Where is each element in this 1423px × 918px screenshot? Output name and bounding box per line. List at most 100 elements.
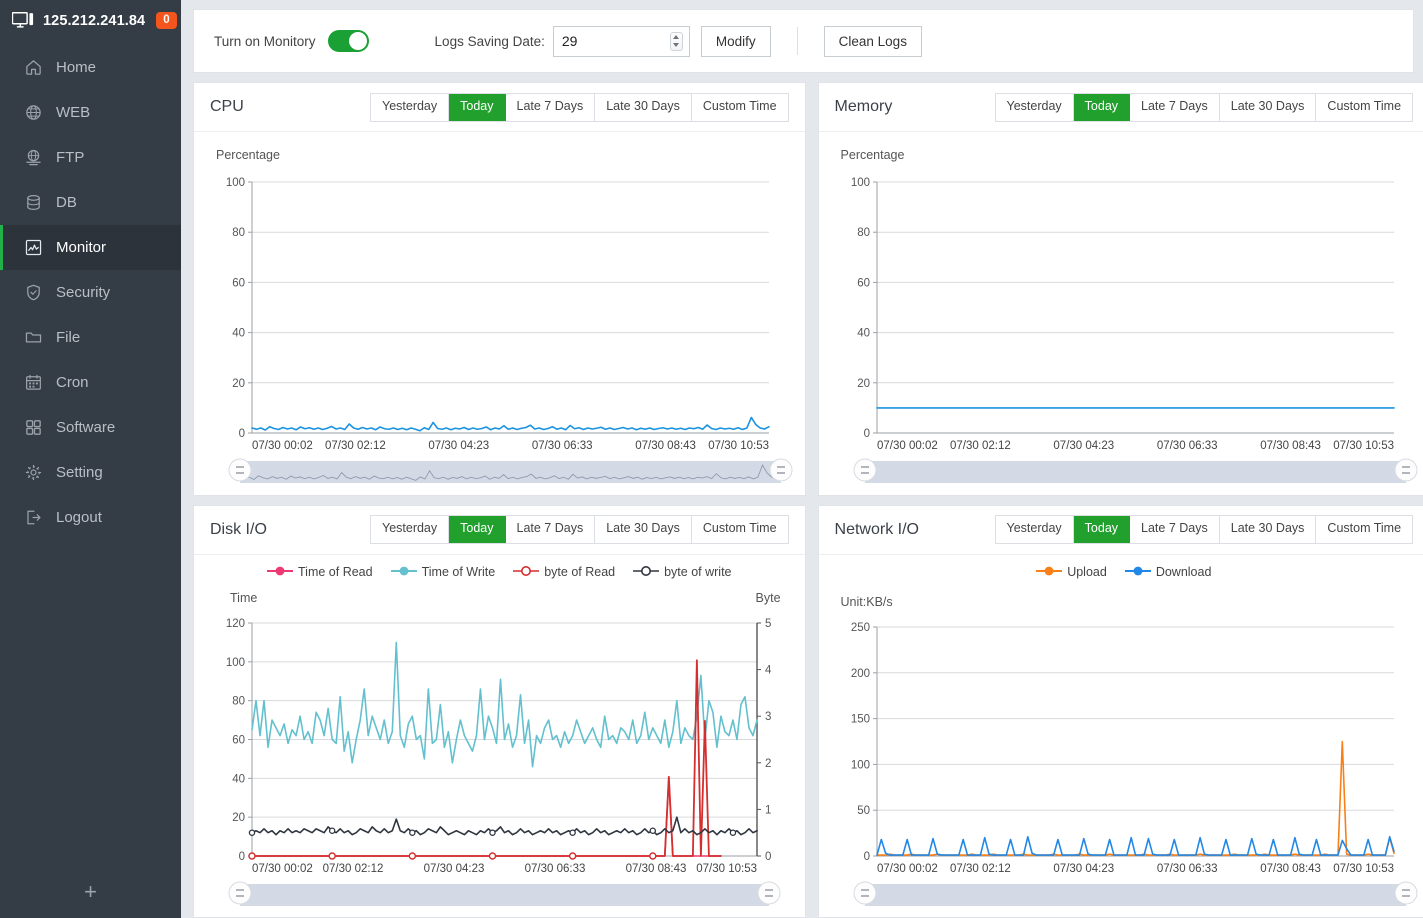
svg-text:0: 0 (863, 851, 869, 863)
svg-text:40: 40 (857, 328, 870, 340)
svg-text:40: 40 (232, 773, 245, 785)
sidebar-item-label: Monitor (56, 239, 107, 256)
sidebar-item-ftp[interactable]: FTP (0, 135, 181, 180)
sidebar-item-cron[interactable]: Cron (0, 360, 181, 405)
monitor-toggle-switch[interactable] (327, 30, 369, 52)
svg-text:200: 200 (850, 667, 869, 679)
panel-header: Network I/O Yesterday Today Late 7 Days … (818, 506, 1423, 555)
add-server-button[interactable]: + (0, 866, 181, 918)
notification-badge: 0 (156, 12, 177, 29)
sidebar-item-security[interactable]: Security (0, 270, 181, 315)
svg-text:100: 100 (226, 177, 245, 189)
sidebar-item-label: DB (56, 194, 77, 211)
svg-text:0: 0 (239, 428, 245, 440)
main-content: Turn on Monitory Logs Saving Date: Modif… (181, 0, 1423, 918)
tab-late-30-days[interactable]: Late 30 Days (595, 516, 692, 543)
svg-text:07/30 02:12: 07/30 02:12 (950, 863, 1011, 875)
sidebar-item-logout[interactable]: Logout (0, 495, 181, 540)
logs-saving-date-input[interactable] (561, 33, 670, 49)
panel-disk-io: Disk I/O Yesterday Today Late 7 Days Lat… (193, 504, 806, 918)
sidebar-item-db[interactable]: DB (0, 180, 181, 225)
svg-text:07/30 10:53: 07/30 10:53 (1333, 863, 1394, 875)
toolbar-divider (796, 27, 798, 55)
svg-text:07/30 10:53: 07/30 10:53 (708, 440, 769, 452)
app-root: 125.212.241.84 0 Home WEB FTP DB Monitor… (0, 0, 1423, 918)
svg-text:60: 60 (857, 277, 870, 289)
svg-text:07/30 10:53: 07/30 10:53 (696, 863, 757, 875)
svg-text:07/30 08:43: 07/30 08:43 (1260, 440, 1321, 452)
tab-custom-time[interactable]: Custom Time (691, 93, 788, 121)
tab-today[interactable]: Today (1073, 516, 1131, 543)
svg-text:100: 100 (850, 759, 869, 771)
charts-grid: CPU Yesterday Today Late 7 Days Late 30 … (193, 82, 1423, 918)
tab-today[interactable]: Today (449, 93, 506, 121)
sidebar-item-label: Cron (56, 374, 89, 391)
sidebar-item-software[interactable]: Software (0, 405, 181, 450)
svg-text:80: 80 (232, 227, 245, 239)
sidebar: 125.212.241.84 0 Home WEB FTP DB Monitor… (0, 0, 181, 918)
logs-saving-date-field[interactable] (552, 25, 690, 57)
svg-text:0: 0 (239, 851, 245, 863)
svg-text:150: 150 (850, 713, 869, 725)
range-tabs-disk: Yesterday Today Late 7 Days Late 30 Days… (370, 515, 789, 544)
tab-yesterday[interactable]: Yesterday (995, 93, 1074, 121)
sidebar-item-label: WEB (56, 104, 91, 121)
range-tabs-network: Yesterday Today Late 7 Days Late 30 Days… (994, 515, 1414, 544)
sidebar-item-file[interactable]: File (0, 315, 181, 360)
tab-custom-time[interactable]: Custom Time (1316, 516, 1413, 543)
svg-text:07/30 04:23: 07/30 04:23 (424, 863, 485, 875)
tab-yesterday[interactable]: Yesterday (995, 516, 1074, 543)
svg-text:1: 1 (765, 804, 771, 816)
svg-text:07/30 06:33: 07/30 06:33 (532, 440, 593, 452)
sidebar-item-monitor[interactable]: Monitor (0, 225, 181, 270)
tab-late-7-days[interactable]: Late 7 Days (1130, 516, 1220, 543)
tab-late-7-days[interactable]: Late 7 Days (505, 93, 596, 121)
memory-chart[interactable]: 0 20 40 60 80 100 07/30 00:02 07/30 02:12 07/30 … (819, 132, 1423, 495)
panel-cpu: CPU Yesterday Today Late 7 Days Late 30 … (193, 82, 806, 496)
svg-text:2: 2 (765, 757, 771, 769)
tab-custom-time[interactable]: Custom Time (691, 516, 788, 543)
svg-text:07/30 00:02: 07/30 00:02 (252, 863, 313, 875)
tab-late-30-days[interactable]: Late 30 Days (1219, 93, 1317, 121)
tab-late-30-days[interactable]: Late 30 Days (1219, 516, 1317, 543)
tab-late-30-days[interactable]: Late 30 Days (595, 93, 692, 121)
tab-custom-time[interactable]: Custom Time (1316, 93, 1413, 121)
sidebar-item-label: File (56, 329, 81, 346)
disk-io-chart[interactable]: 0 20 40 60 80 100 120 0 1 2 3 4 5 07/30 00:02 07/30 02… (194, 555, 805, 918)
svg-text:100: 100 (850, 177, 869, 189)
toggle-knob (348, 32, 367, 50)
page-title: Disk I/O (210, 520, 267, 538)
svg-text:5: 5 (765, 618, 771, 630)
sidebar-item-home[interactable]: Home (0, 45, 181, 90)
tab-late-7-days[interactable]: Late 7 Days (1130, 93, 1220, 121)
stepper-up-icon[interactable] (673, 34, 680, 39)
number-stepper[interactable] (669, 31, 683, 51)
svg-text:07/30 08:43: 07/30 08:43 (1260, 863, 1321, 875)
network-io-chart[interactable]: 0 50 100 150 200 250 07/30 00:02 07/30 02:12 07/… (819, 555, 1423, 918)
monitor-toolbar: Turn on Monitory Logs Saving Date: Modif… (193, 9, 1414, 73)
tab-today[interactable]: Today (449, 516, 506, 543)
svg-text:80: 80 (857, 227, 870, 239)
modify-button[interactable]: Modify (700, 25, 771, 57)
tab-late-7-days[interactable]: Late 7 Days (505, 516, 596, 543)
svg-text:60: 60 (232, 277, 245, 289)
folder-icon (24, 328, 43, 347)
sidebar-item-label: Home (56, 59, 97, 76)
svg-text:250: 250 (850, 622, 869, 634)
tab-yesterday[interactable]: Yesterday (371, 516, 450, 543)
range-tabs-memory: Yesterday Today Late 7 Days Late 30 Days… (994, 92, 1414, 122)
sidebar-item-web[interactable]: WEB (0, 90, 181, 135)
sidebar-item-label: Software (56, 419, 116, 436)
tab-yesterday[interactable]: Yesterday (371, 93, 450, 121)
svg-text:07/30 00:02: 07/30 00:02 (877, 440, 938, 452)
panel-header: Disk I/O Yesterday Today Late 7 Days Lat… (194, 506, 805, 555)
cpu-chart[interactable]: 0 20 40 60 80 100 07/30 00:02 07/30 02:12 07/30 … (194, 132, 805, 495)
tab-today[interactable]: Today (1073, 93, 1131, 121)
sidebar-item-setting[interactable]: Setting (0, 450, 181, 495)
svg-text:120: 120 (226, 618, 245, 630)
clean-logs-button[interactable]: Clean Logs (823, 25, 922, 57)
globe-icon (24, 103, 43, 122)
sidebar-nav: Home WEB FTP DB Monitor Security File Cr… (0, 41, 181, 866)
stepper-down-icon[interactable] (673, 43, 680, 48)
sidebar-item-label: Logout (56, 509, 102, 526)
